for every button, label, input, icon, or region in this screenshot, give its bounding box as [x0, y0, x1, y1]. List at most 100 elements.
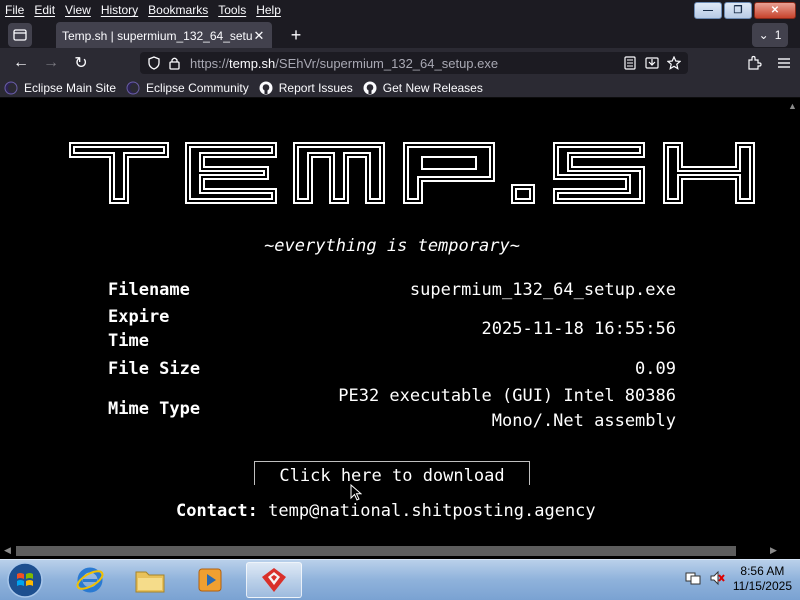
bookmark-eclipse-main[interactable]: Eclipse Main Site [4, 81, 116, 95]
urlbar-actions [622, 54, 682, 72]
bookmark-get-new-releases[interactable]: Get New Releases [363, 81, 483, 95]
reload-button[interactable]: ↻ [66, 48, 96, 78]
volume-muted-icon[interactable] [709, 570, 725, 589]
close-window-button[interactable]: ✕ [754, 2, 796, 19]
scroll-up-icon[interactable]: ▲ [788, 101, 797, 111]
horizontal-scroll-thumb[interactable] [16, 546, 736, 556]
url-scheme: https:// [190, 55, 230, 71]
expire-label-line1: Expire [108, 307, 170, 327]
eclipse-icon [4, 81, 18, 95]
scroll-right-icon[interactable]: ▶ [770, 545, 777, 556]
extensions-icon[interactable] [746, 54, 762, 72]
bookmark-label: Get New Releases [382, 80, 483, 95]
save-to-pocket-icon[interactable] [644, 54, 660, 72]
filename-value: supermium_132_64_setup.exe [409, 280, 676, 300]
browser-app-icon [262, 568, 286, 592]
url-text: https://temp.sh/SEhVr/supermium_132_64_s… [190, 56, 498, 71]
menu-help[interactable]: Help [251, 0, 286, 20]
lock-icon[interactable] [166, 54, 182, 72]
windows-taskbar: 8:56 AM 11/15/2025 [0, 559, 800, 600]
network-icon[interactable] [685, 570, 701, 589]
expire-value: 2025-11-18 16:55:56 [481, 319, 676, 339]
url-path: /SEhVr/supermium_132_64_setup.exe [275, 55, 499, 71]
minimize-button[interactable]: — [694, 2, 722, 19]
tab-title: Temp.sh | supermium_132_64_setup.exe [62, 29, 252, 43]
bookmark-star-icon[interactable] [666, 54, 682, 72]
page-content: ~everything is temporary~ Filename super… [0, 99, 784, 543]
mimetype-value-line1: PE32 executable (GUI) Intel 80386 [338, 386, 676, 406]
menu-history[interactable]: History [96, 0, 143, 20]
close-icon: ✕ [770, 5, 780, 16]
start-button[interactable] [4, 561, 46, 599]
mouse-cursor-icon [350, 484, 362, 501]
tagline: ~everything is temporary~ [264, 236, 520, 256]
forward-arrow-icon: → [43, 54, 59, 71]
tab-close-icon[interactable]: ✕ [252, 28, 266, 44]
file-info-table: Filename supermium_132_64_setup.exe Expi… [108, 277, 676, 435]
bookmark-report-issues[interactable]: Report Issues [259, 81, 353, 95]
bookmark-label: Report Issues [278, 80, 353, 95]
windows-logo-icon [7, 562, 43, 598]
restore-icon: ❐ [733, 5, 743, 16]
bookmarks-toolbar: Eclipse Main Site Eclipse Community Repo… [0, 78, 800, 98]
shield-icon[interactable] [146, 54, 162, 72]
menu-bookmarks[interactable]: Bookmarks [143, 0, 213, 20]
mimetype-label: Mime Type [108, 399, 201, 419]
toolbar-right [746, 54, 792, 72]
contact-label: Contact: [176, 501, 258, 521]
firefox-view-icon [13, 29, 27, 41]
taskbar-browser[interactable] [246, 562, 302, 598]
url-bar[interactable]: https://temp.sh/SEhVr/supermium_132_64_s… [140, 52, 688, 74]
taskbar-media-player[interactable] [182, 562, 238, 598]
mimetype-row: Mime Type PE32 executable (GUI) Intel 80… [108, 383, 676, 435]
contact-email-link[interactable]: temp@national.shitposting.agency [268, 501, 596, 521]
hamburger-menu-icon[interactable] [776, 54, 792, 72]
menu-bar: File Edit View History Bookmarks Tools H… [0, 0, 286, 20]
media-player-icon [198, 568, 222, 592]
clock-date: 11/15/2025 [732, 579, 792, 593]
download-button[interactable]: Click here to download [254, 461, 530, 486]
filesize-row: File Size 0.09 [108, 355, 676, 383]
firefox-view-button[interactable] [8, 23, 32, 47]
back-arrow-icon: ← [13, 54, 29, 71]
taskbar-internet-explorer[interactable] [62, 562, 118, 598]
back-button[interactable]: ← [6, 48, 36, 78]
filesize-label: File Size [108, 359, 201, 379]
vertical-scrollbar[interactable]: ▲ [784, 99, 800, 543]
eclipse-icon [126, 81, 141, 95]
temp-sh-logo [69, 142, 755, 204]
menu-tools[interactable]: Tools [213, 0, 251, 20]
reader-view-icon[interactable] [622, 54, 638, 72]
taskbar-file-explorer[interactable] [122, 562, 178, 598]
mimetype-value-line2: Mono/.Net assembly [491, 411, 676, 431]
url-host: temp.sh [229, 55, 276, 71]
browser-titlebar: File Edit View History Bookmarks Tools H… [0, 0, 800, 50]
menu-edit[interactable]: Edit [29, 0, 60, 20]
contact-line: Contact: temp@national.shitposting.agenc… [176, 501, 596, 521]
bookmark-label: Eclipse Main Site [24, 80, 117, 95]
horizontal-scrollbar[interactable]: ◀ ▶ [0, 543, 800, 559]
chevron-down-icon: ⌄ [758, 28, 769, 42]
expire-label-line2: Time [108, 331, 149, 351]
window-controls: — ❐ ✕ [694, 2, 796, 19]
github-icon [259, 81, 273, 95]
restore-button[interactable]: ❐ [724, 2, 752, 19]
scroll-left-icon[interactable]: ◀ [4, 545, 11, 556]
filename-row: Filename supermium_132_64_setup.exe [108, 277, 676, 303]
bookmark-eclipse-community[interactable]: Eclipse Community [126, 81, 249, 95]
tab-active[interactable]: Temp.sh | supermium_132_64_setup.exe ✕ [56, 22, 272, 50]
internet-explorer-icon [76, 567, 104, 593]
navigation-toolbar: ← → ↻ https://temp.sh/SEhVr/supermium_13… [0, 48, 800, 78]
new-tab-button[interactable]: + [284, 23, 308, 47]
system-tray: 8:56 AM 11/15/2025 [685, 564, 792, 594]
list-all-tabs-button[interactable]: ⌄ 1 [752, 23, 788, 47]
menu-file[interactable]: File [0, 0, 29, 20]
filename-label: Filename [108, 280, 190, 300]
forward-button[interactable]: → [36, 48, 66, 78]
mimetype-value: PE32 executable (GUI) Intel 80386 Mono/.… [338, 384, 676, 434]
taskbar-clock[interactable]: 8:56 AM 11/15/2025 [733, 564, 792, 594]
bookmark-label: Eclipse Community [146, 80, 249, 95]
tab-count: 1 [774, 28, 782, 42]
expire-label: Expire Time [108, 305, 169, 353]
menu-view[interactable]: View [60, 0, 96, 20]
